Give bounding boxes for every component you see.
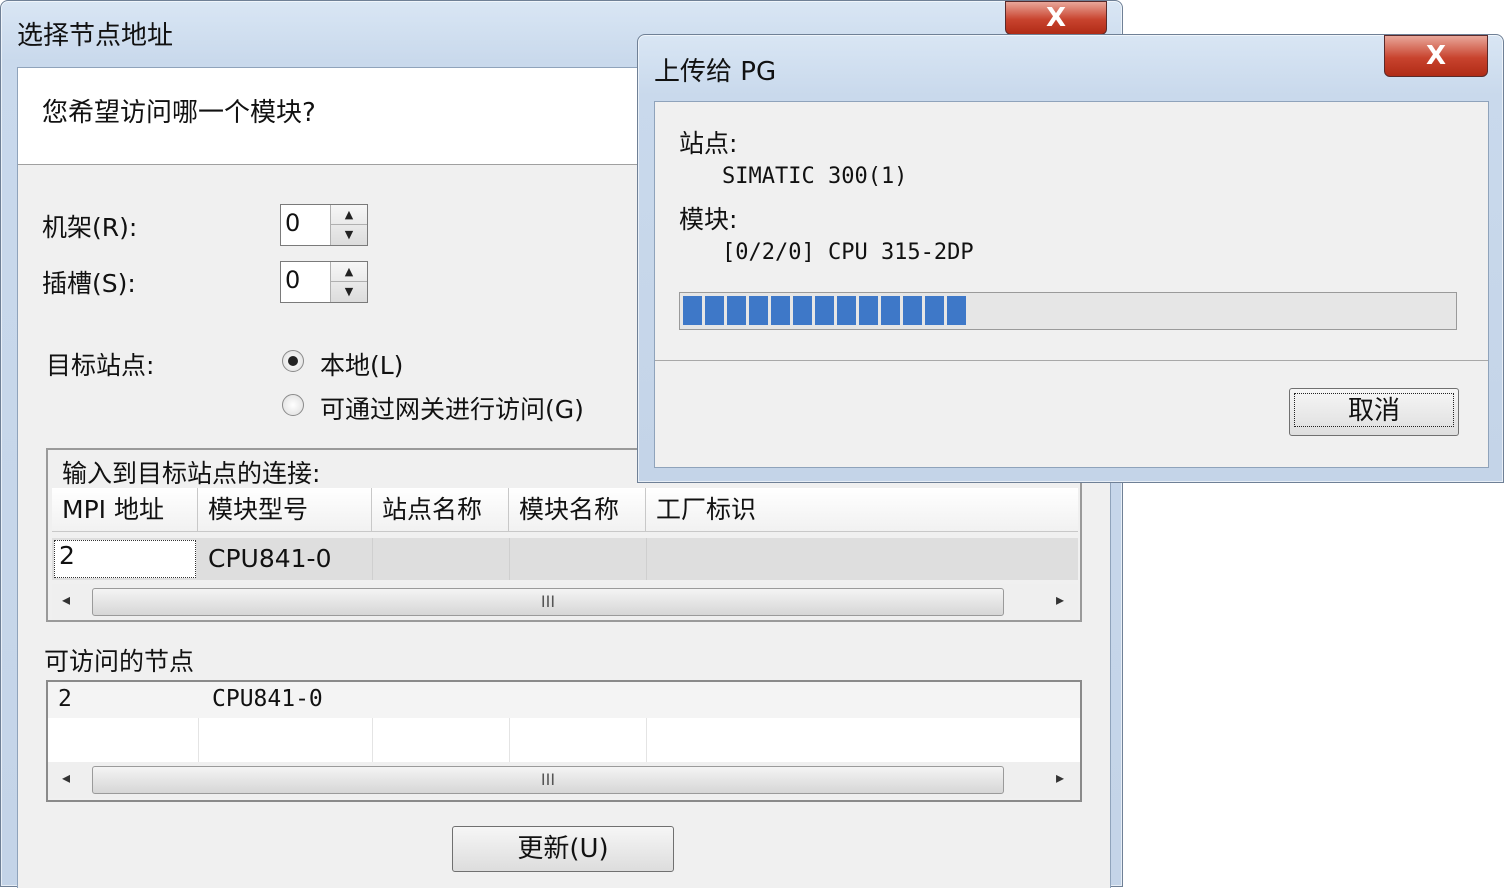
column-divider <box>198 718 199 762</box>
close-button[interactable]: X <box>1384 35 1488 77</box>
column-divider <box>509 718 510 762</box>
scroll-thumb[interactable]: III <box>92 588 1004 616</box>
table-row[interactable]: 2 CPU841-0 <box>52 538 1078 580</box>
question-text: 您希望访问哪一个模块? <box>42 98 316 128</box>
spin-down-icon[interactable]: ▼ <box>331 282 367 302</box>
radio-gateway[interactable] <box>282 394 304 416</box>
column-header-plant-id[interactable]: 工厂标识 <box>646 488 1078 532</box>
progress-segment <box>683 296 702 325</box>
spin-up-icon[interactable]: ▲ <box>331 205 367 225</box>
plant-id-cell[interactable] <box>646 538 1078 580</box>
progress-segment <box>705 296 724 325</box>
cancel-button-label[interactable]: 取消 <box>1294 393 1454 427</box>
node-module-name-cell[interactable] <box>509 682 646 718</box>
module-label: 模块: <box>679 205 738 234</box>
slot-label: 插槽(S): <box>42 269 136 298</box>
scroll-left-icon[interactable]: ◂ <box>62 590 70 609</box>
dialog-client-area: 站点: SIMATIC 300(1) 模块: [0/2/0] CPU 315-2… <box>654 101 1489 468</box>
station-value: SIMATIC 300(1) <box>722 164 908 189</box>
radio-local-label[interactable]: 本地(L) <box>320 346 403 382</box>
grip-icon: III <box>540 592 556 611</box>
module-value: [0/2/0] CPU 315-2DP <box>722 240 974 265</box>
station-name-cell[interactable] <box>372 538 509 580</box>
upload-to-pg-dialog: 上传给 PG X 站点: SIMATIC 300(1) 模块: [0/2/0] … <box>637 34 1504 483</box>
column-header-mpi[interactable]: MPI 地址 <box>52 488 198 532</box>
column-header-module-type[interactable]: 模块型号 <box>198 488 372 532</box>
connection-group-label: 输入到目标站点的连接: <box>62 459 321 488</box>
column-header-station-name[interactable]: 站点名称 <box>372 488 509 532</box>
close-icon: X <box>1045 3 1067 33</box>
dialog-title: 选择节点地址 <box>17 21 174 51</box>
module-type-cell[interactable]: CPU841-0 <box>208 544 331 573</box>
progress-segment <box>815 296 834 325</box>
radio-selected-dot <box>288 356 298 366</box>
list-item[interactable] <box>48 718 1080 762</box>
mpi-address-cell[interactable]: 2 <box>54 540 196 578</box>
slot-spinbox[interactable]: 0 ▲ ▼ <box>280 261 368 303</box>
progress-segment <box>881 296 900 325</box>
module-name-cell[interactable] <box>509 538 646 580</box>
accessible-nodes-label: 可访问的节点 <box>44 647 195 676</box>
cancel-button[interactable]: 取消 <box>1289 388 1459 436</box>
column-header-module-name[interactable]: 模块名称 <box>509 488 646 532</box>
rack-label: 机架(R): <box>42 213 138 242</box>
rack-value[interactable]: 0 <box>285 209 300 237</box>
progress-segment <box>793 296 812 325</box>
scroll-thumb[interactable]: III <box>92 766 1004 794</box>
progress-segment <box>859 296 878 325</box>
rack-spinbox[interactable]: 0 ▲ ▼ <box>280 204 368 246</box>
scroll-left-icon[interactable]: ◂ <box>62 768 70 787</box>
list-item[interactable]: 2 CPU841-0 <box>48 682 1080 718</box>
rack-spin-buttons[interactable]: ▲ ▼ <box>330 205 367 245</box>
node-station-name-cell[interactable] <box>372 682 509 718</box>
progress-segment <box>903 296 922 325</box>
separator <box>655 360 1488 361</box>
progress-segment <box>749 296 768 325</box>
spin-down-icon[interactable]: ▼ <box>331 225 367 245</box>
radio-gateway-label[interactable]: 可通过网关进行访问(G) <box>320 390 584 426</box>
slot-value[interactable]: 0 <box>285 266 300 294</box>
scroll-right-icon[interactable]: ▸ <box>1056 590 1064 609</box>
node-mpi-cell[interactable]: 2 <box>58 686 72 712</box>
connection-table: MPI 地址 模块型号 站点名称 模块名称 工厂标识 2 CPU841-0 <box>52 488 1078 584</box>
close-button[interactable]: X <box>1005 1 1107 35</box>
progress-segment <box>925 296 944 325</box>
dialog-title: 上传给 PG <box>654 57 777 87</box>
node-module-type-cell[interactable]: CPU841-0 <box>212 686 323 712</box>
radio-local[interactable] <box>282 350 304 372</box>
column-divider <box>646 718 647 762</box>
horizontal-scrollbar[interactable]: ◂ III ▸ <box>52 584 1078 620</box>
progress-segment <box>837 296 856 325</box>
progress-segment <box>771 296 790 325</box>
upload-progress-bar <box>679 292 1457 330</box>
progress-segment <box>727 296 746 325</box>
target-station-label: 目标站点: <box>46 351 155 380</box>
close-icon: X <box>1425 41 1447 71</box>
horizontal-scrollbar[interactable]: ◂ III ▸ <box>48 762 1080 798</box>
grip-icon: III <box>540 770 556 789</box>
station-label: 站点: <box>679 129 738 158</box>
progress-segment <box>947 296 966 325</box>
refresh-button[interactable]: 更新(U) <box>452 826 674 872</box>
spin-up-icon[interactable]: ▲ <box>331 262 367 282</box>
accessible-nodes-list: 2 CPU841-0 ◂ III ▸ <box>46 680 1082 802</box>
node-plant-id-cell[interactable] <box>646 682 1080 718</box>
slot-spin-buttons[interactable]: ▲ ▼ <box>330 262 367 302</box>
scroll-right-icon[interactable]: ▸ <box>1056 768 1064 787</box>
column-divider <box>372 718 373 762</box>
